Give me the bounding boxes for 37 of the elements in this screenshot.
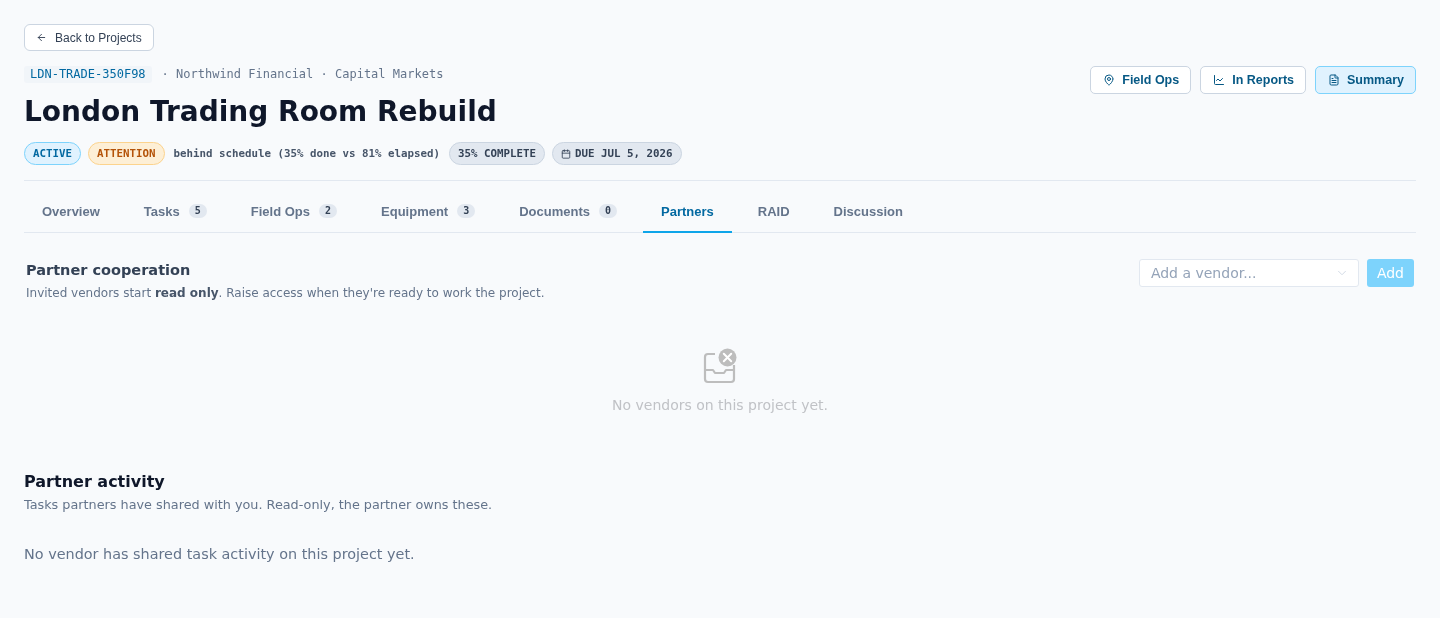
tab[interactable]: Field Ops 2: [232, 191, 356, 233]
schedule-note: behind schedule (35% done vs 81% elapsed): [173, 147, 441, 160]
header-action-button[interactable]: Field Ops: [1090, 66, 1192, 94]
back-button[interactable]: Back to Projects: [24, 24, 154, 51]
empty-inbox-icon: [703, 348, 737, 384]
empty-message: No vendors on this project yet.: [612, 396, 828, 415]
project-title: London Trading Room Rebuild: [24, 95, 498, 129]
empty-message: No vendor has shared task activity on this project yet.: [24, 545, 415, 564]
section-description: Tasks partners have shared with you. Read-only, the partner owns these.: [24, 496, 493, 514]
tab[interactable]: Partners: [643, 191, 732, 233]
tab-count: 3: [457, 204, 476, 218]
section-title: Partner activity: [24, 471, 166, 493]
due-date-badge: DUE JUL 5, 2026: [552, 142, 682, 165]
status-badge: ACTIVE: [24, 142, 81, 165]
tab[interactable]: Tasks 5: [125, 191, 225, 233]
tab[interactable]: Overview: [24, 191, 118, 233]
tab[interactable]: Equipment 3: [363, 191, 494, 233]
header-action-button[interactable]: Summary: [1315, 66, 1416, 94]
tab[interactable]: Documents 0: [501, 191, 636, 233]
tab-count: 5: [188, 204, 207, 218]
tab-count: 0: [599, 204, 618, 218]
section-title: Partner cooperation: [26, 261, 192, 280]
tab[interactable]: RAID: [739, 191, 808, 233]
line-chart-icon: [1213, 74, 1226, 86]
tab[interactable]: Discussion: [815, 191, 921, 233]
arrow-left-icon: [36, 32, 47, 43]
section-description: Invited vendors start read only. Raise access when they're ready to work the project.: [26, 285, 545, 302]
header-action-button[interactable]: In Reports: [1200, 66, 1306, 94]
document-icon: [1328, 74, 1340, 86]
project-context: · Northwind Financial · Capital Markets: [161, 66, 444, 83]
calendar-icon: [561, 148, 572, 159]
project-code: LDN-TRADE-350F98: [24, 66, 152, 83]
vendor-select[interactable]: Add a vendor...: [1138, 259, 1359, 287]
progress-badge: 35% COMPLETE: [449, 142, 546, 165]
health-badge: ATTENTION: [88, 142, 165, 165]
tab-count: 2: [319, 204, 338, 218]
map-pin-icon: [1103, 74, 1116, 86]
